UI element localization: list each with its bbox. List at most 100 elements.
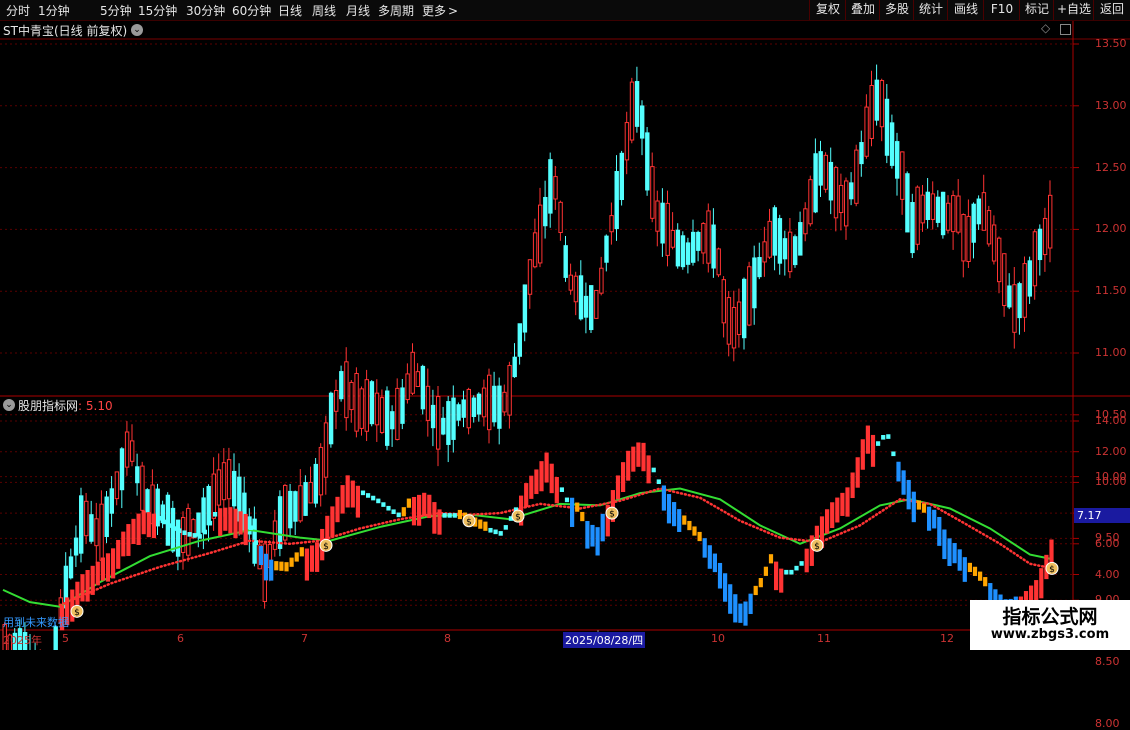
date-label-jul: 7 — [301, 632, 308, 645]
indicator-bar — [712, 553, 717, 573]
indicator-bar — [330, 506, 335, 538]
candle-body — [895, 141, 900, 179]
indicator-bar — [672, 502, 677, 527]
indicator-bar — [289, 557, 294, 567]
indicator-bar — [636, 442, 641, 467]
candle-body — [670, 229, 675, 248]
indicator-bar — [906, 479, 911, 510]
candle-body — [1007, 285, 1012, 308]
indicator-bar — [488, 527, 493, 533]
candle-body — [532, 232, 538, 268]
candle-body — [946, 202, 951, 231]
candle-body — [900, 151, 905, 200]
indicator-bar — [758, 578, 763, 588]
candle-body — [578, 275, 584, 320]
candle-body — [364, 379, 370, 432]
candle-body — [609, 215, 614, 233]
candle-body — [53, 626, 58, 650]
candle-body — [1012, 284, 1017, 333]
indicator-bar — [197, 534, 202, 539]
indicator-bar — [284, 562, 289, 572]
indicator-bar — [483, 521, 488, 531]
candle-body — [680, 235, 686, 268]
candle-body — [747, 266, 752, 326]
indicator-bar — [131, 518, 136, 545]
money-bag-symbol: $ — [74, 608, 80, 618]
indicator-bar — [335, 496, 340, 523]
indicator-bar — [825, 509, 830, 534]
indicator-bar — [238, 511, 243, 535]
date-label-oct: 10 — [711, 632, 725, 645]
candle-body — [935, 196, 941, 223]
candle-body — [833, 167, 839, 219]
candle-body — [711, 224, 716, 269]
candle-body — [385, 390, 390, 446]
indicator-bar — [804, 548, 809, 573]
indicator-bar — [830, 502, 835, 529]
candle-body — [1037, 228, 1043, 261]
indicator-bar — [213, 511, 218, 517]
candle-body — [731, 307, 737, 349]
indicator-bar — [386, 505, 391, 511]
main-y-tick-label: 13.00 — [1095, 98, 1127, 112]
candle-body — [135, 466, 140, 484]
indicator-bar — [151, 513, 156, 539]
indicator-bar — [911, 491, 916, 523]
candle-body — [84, 500, 89, 537]
indicator-y-tick-label: 12.00 — [1095, 444, 1127, 458]
indicator-bar — [111, 548, 116, 579]
indicator-bar — [391, 509, 396, 515]
candle-body — [512, 356, 517, 378]
indicator-bar — [978, 571, 983, 581]
indicator-bar — [702, 538, 707, 558]
candle-body — [991, 224, 997, 262]
indicator-bar — [207, 520, 213, 526]
indicator-bar — [376, 498, 381, 504]
candle-body — [660, 202, 665, 244]
candle-body — [1022, 263, 1027, 318]
indicator-bar — [442, 513, 447, 518]
candle-body — [793, 236, 798, 266]
indicator-bar — [417, 494, 422, 526]
indicator-bar — [957, 549, 962, 571]
candle-body — [328, 392, 334, 445]
indicator-bar — [345, 475, 350, 508]
indicator-bar — [447, 513, 452, 518]
date-label-jun: 6 — [177, 632, 184, 645]
indicator-bar — [457, 509, 462, 520]
indicator-bar — [75, 581, 80, 605]
date-cursor-label: 2025/08/28/四 — [563, 632, 646, 648]
indicator-bar — [105, 553, 111, 582]
candle-body — [283, 484, 288, 541]
candle-body — [828, 161, 834, 201]
candle-body — [543, 196, 548, 227]
indicator-y-tick-label: 4.00 — [1095, 567, 1120, 581]
candle-body — [691, 231, 696, 263]
indicator-bar — [371, 495, 376, 501]
candle-body — [277, 496, 283, 549]
indicator-bar — [177, 528, 182, 533]
candle-body — [354, 373, 359, 432]
candle-body — [446, 401, 451, 445]
indicator-bar — [146, 512, 151, 538]
indicator-bar — [626, 450, 631, 481]
indicator-bar — [258, 546, 264, 566]
candle-body — [563, 245, 568, 278]
candle-body — [476, 393, 482, 415]
candle-body — [410, 351, 415, 394]
candle-body — [594, 289, 599, 319]
indicator-bar — [835, 497, 840, 523]
indicator-bar — [559, 487, 564, 492]
indicator-bar — [891, 451, 896, 457]
indicator-bar — [901, 470, 906, 495]
candle-body — [303, 482, 308, 516]
indicator-bar — [116, 539, 121, 569]
indicator-bar — [779, 568, 784, 593]
candle-body — [293, 491, 298, 522]
indicator-bar — [381, 502, 386, 507]
indicator-bar — [575, 502, 580, 512]
indicator-bar — [1039, 568, 1044, 599]
candle-body — [436, 396, 441, 450]
indicator-bar — [432, 502, 437, 534]
indicator-bar — [794, 565, 799, 571]
